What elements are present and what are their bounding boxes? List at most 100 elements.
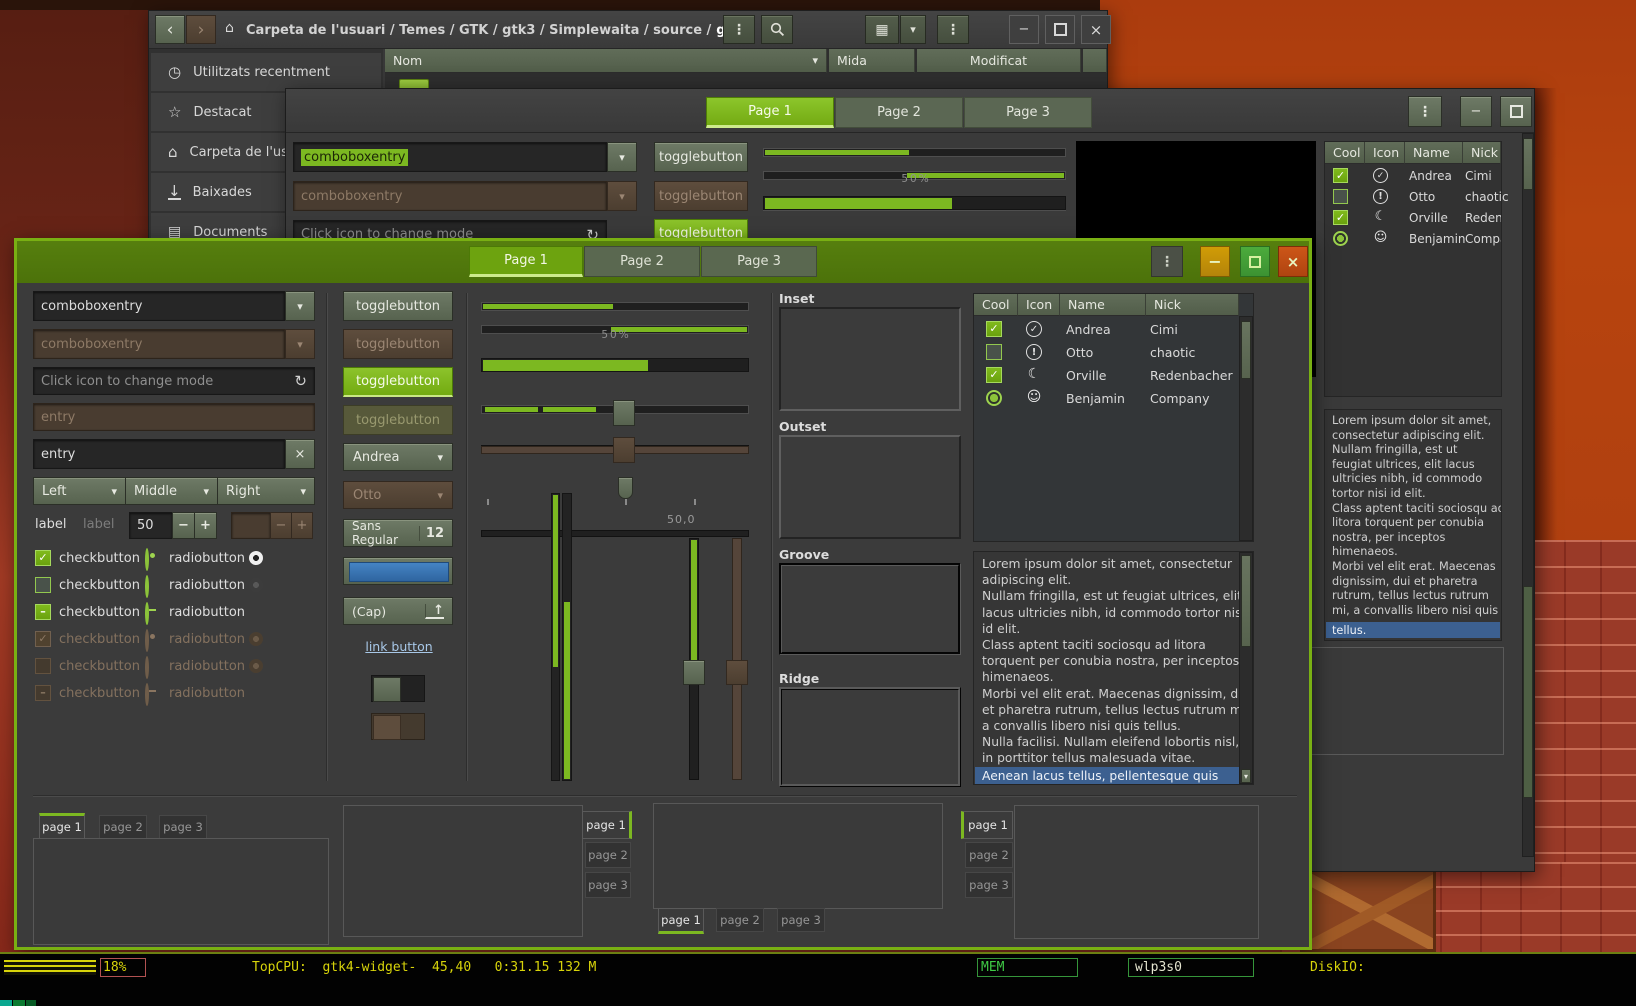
table-row[interactable]: ! Otto chaotic <box>974 342 1239 365</box>
row-radio-checked[interactable] <box>986 390 1002 406</box>
tab-page2[interactable]: Page 2 <box>835 97 963 128</box>
togglebutton-active[interactable]: togglebutton <box>343 367 453 397</box>
notebook1-tab-page2[interactable]: page 2 <box>99 815 147 839</box>
column-header-modified[interactable]: Modificat <box>917 49 1081 73</box>
checkbutton-mixed[interactable]: – <box>35 604 51 620</box>
vertical-scale[interactable] <box>689 538 699 780</box>
view-options-button[interactable]: ▾ <box>900 15 926 44</box>
notebook4-tab-page1[interactable]: page 1 <box>961 811 1013 839</box>
comboboxentry-field[interactable]: comboboxentry <box>33 291 285 321</box>
row-checkbox-checked[interactable]: ✓ <box>986 321 1002 337</box>
combo-right[interactable]: Right▾ <box>217 477 315 505</box>
icon-entry[interactable]: Click icon to change mode↻ <box>33 367 315 395</box>
radiobutton-mixed[interactable] <box>145 602 149 625</box>
tree-header-cool[interactable]: Cool <box>1325 142 1365 164</box>
table-row[interactable]: ✓ ☾ Orville Redenbacher <box>974 365 1239 388</box>
sidebar-item-recent[interactable]: ◷Utilitzats recentment <box>151 53 381 91</box>
maximize-button[interactable] <box>1240 246 1270 277</box>
tree-header-nick[interactable]: Nick <box>1463 142 1501 164</box>
combo-middle[interactable]: Middle▾ <box>125 477 218 505</box>
file-chooser-button[interactable]: (Cap)↑ <box>343 597 453 625</box>
togglebutton[interactable]: togglebutton <box>654 142 748 172</box>
row-checkbox-checked[interactable]: ✓ <box>1333 210 1348 225</box>
tree-header-icon[interactable]: Icon <box>1018 294 1060 316</box>
column-header-name[interactable]: Nom▾ <box>385 49 827 73</box>
maximize-button[interactable] <box>1045 15 1075 44</box>
entry-field[interactable]: entry <box>33 439 285 469</box>
name-combobox[interactable]: Andrea▾ <box>343 443 453 471</box>
menu-button[interactable]: ⋮ <box>1408 96 1442 127</box>
row-radio-checked[interactable] <box>1333 231 1348 246</box>
gtk3-textview[interactable]: Lorem ipsum dolor sit amet, consectetur … <box>1324 409 1502 641</box>
view-grid-button[interactable]: ▦ <box>865 15 899 44</box>
notebook3-tab-page1[interactable]: page 1 <box>658 908 704 934</box>
font-button[interactable]: Sans Regular12 <box>343 519 453 547</box>
combo-left[interactable]: Left▾ <box>33 477 126 505</box>
textview-scrollbar[interactable]: ▾ <box>1239 552 1253 784</box>
link-button[interactable]: link button <box>347 638 451 654</box>
comboboxentry-caret-button[interactable]: ▾ <box>285 291 315 321</box>
tab-page3[interactable]: Page 3 <box>964 97 1092 128</box>
table-row[interactable]: ✓ ✓ Andrea Cimi <box>974 319 1239 342</box>
tab-page2[interactable]: Page 2 <box>584 246 700 277</box>
minimize-button[interactable]: − <box>1460 96 1492 127</box>
notebook1-tab-page3[interactable]: page 3 <box>159 815 207 839</box>
gtk3-scrollbar[interactable] <box>1522 133 1534 857</box>
scroll-down-button[interactable]: ▾ <box>1241 769 1251 783</box>
tree-header-icon[interactable]: Icon <box>1365 142 1405 164</box>
tree-header-cool[interactable]: Cool <box>974 294 1018 316</box>
tree-scrollbar[interactable] <box>1239 316 1253 541</box>
hamburger-button[interactable]: ⋮ <box>937 15 969 44</box>
close-button[interactable]: × <box>1278 246 1308 277</box>
notebook4-tab-page2[interactable]: page 2 <box>965 842 1013 868</box>
radiobutton-checked[interactable] <box>145 548 149 571</box>
color-button[interactable] <box>343 557 453 585</box>
notebook4-tab-page3[interactable]: page 3 <box>965 872 1013 898</box>
table-row[interactable]: ! Otto chaotic <box>1325 187 1501 208</box>
tab-page1[interactable]: Page 1 <box>706 97 834 128</box>
column-header-size[interactable]: Mida <box>829 49 915 73</box>
refresh-icon[interactable]: ↻ <box>294 372 307 390</box>
close-button[interactable]: × <box>1081 15 1111 44</box>
search-button[interactable] <box>761 15 793 44</box>
table-row[interactable]: ☺ Benjamin Compa <box>1325 229 1501 250</box>
table-row[interactable]: ☺ Benjamin Company <box>974 388 1239 411</box>
minimize-button[interactable]: − <box>1200 246 1230 277</box>
menu-button[interactable]: ⋮ <box>1151 246 1183 277</box>
spin-plus-button[interactable]: + <box>194 512 217 539</box>
notebook2-tab-page3[interactable]: page 3 <box>585 872 631 898</box>
scale-handle[interactable] <box>613 400 635 426</box>
notebook2-tab-page1[interactable]: page 1 <box>582 811 632 839</box>
tree-header-name[interactable]: Name <box>1405 142 1463 164</box>
breadcrumb[interactable]: Carpeta de l'usuari / Temes / GTK / gtk3… <box>246 20 716 40</box>
gtk4-titlebar[interactable]: Page 1 Page 2 Page 3 ⋮ − × <box>17 241 1309 283</box>
entry-clear-button[interactable]: × <box>285 439 315 469</box>
row-checkbox-unchecked[interactable] <box>986 344 1002 360</box>
row-checkbox-unchecked[interactable] <box>1333 189 1348 204</box>
notebook3-tab-page3[interactable]: page 3 <box>777 908 825 932</box>
tab-page1[interactable]: Page 1 <box>469 246 583 277</box>
radio-standalone[interactable] <box>249 551 263 565</box>
checkbutton-checked[interactable]: ✓ <box>35 550 51 566</box>
gtk3-titlebar[interactable]: Page 1 Page 2 Page 3 ⋮ − <box>286 89 1534 133</box>
tree-header-nick[interactable]: Nick <box>1146 294 1239 316</box>
scale-with-marks[interactable] <box>481 530 749 537</box>
comboboxentry-caret-button[interactable]: ▾ <box>607 142 637 172</box>
forward-button[interactable]: › <box>186 15 216 44</box>
spinbutton-field[interactable]: 50 <box>129 512 173 539</box>
notebook2-tab-page2[interactable]: page 2 <box>585 842 631 868</box>
scrollbar-handle[interactable] <box>1523 138 1533 190</box>
switch[interactable] <box>371 675 425 702</box>
maximize-button[interactable] <box>1500 96 1532 127</box>
radiobutton-unchecked[interactable] <box>145 575 149 598</box>
spin-minus-button[interactable]: − <box>172 512 195 539</box>
gtk4-textview[interactable]: Lorem ipsum dolor sit amet, consectetur … <box>973 551 1254 785</box>
scrollbar-handle[interactable] <box>1241 321 1251 379</box>
notebook3-tab-page2[interactable]: page 2 <box>716 908 764 932</box>
vertical-scale-handle[interactable] <box>683 660 705 685</box>
table-row[interactable]: ✓ ✓ Andrea Cimi <box>1325 166 1501 187</box>
row-checkbox-checked[interactable]: ✓ <box>986 367 1002 383</box>
scrollbar-handle[interactable] <box>1241 555 1251 647</box>
filemanager-titlebar[interactable]: ‹ › ⌂ Carpeta de l'usuari / Temes / GTK … <box>149 11 1107 49</box>
checkbutton-unchecked[interactable] <box>35 577 51 593</box>
